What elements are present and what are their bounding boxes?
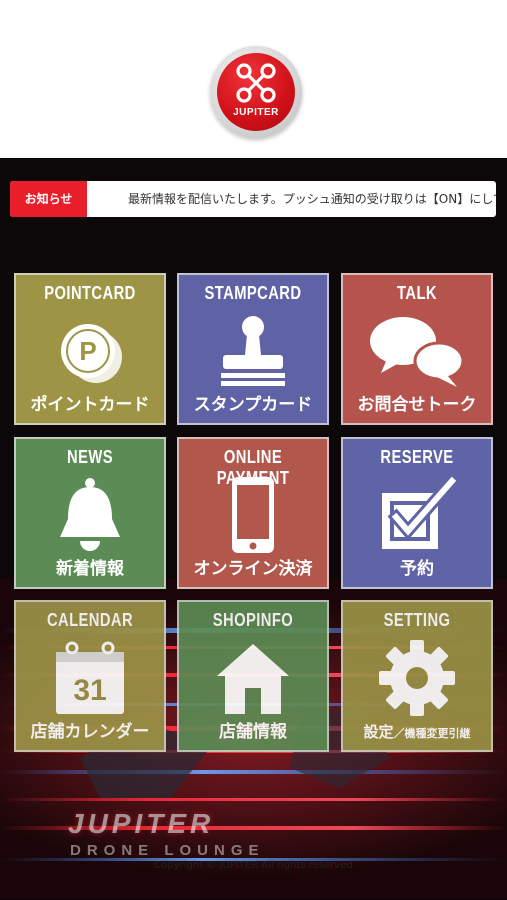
notice-badge: お知らせ xyxy=(10,181,87,217)
copyright: Copyright © JUPITER All rights reserved xyxy=(154,860,353,871)
jupiter-logo[interactable]: JUPITER xyxy=(210,46,302,138)
main-panel: お知らせ 最新情報を配信いたします。プッシュ通知の受け取りは【ON】にしてくださ… xyxy=(0,158,507,900)
logo-badge: JUPITER xyxy=(217,53,295,131)
tile-title: POINTCARD xyxy=(44,283,136,303)
chat-bubbles-icon xyxy=(370,317,465,387)
calendar-day: 31 xyxy=(73,674,106,707)
tile-title: SHOPINFO xyxy=(212,610,294,630)
tile-label-sub: ／機種変更引継 xyxy=(393,727,471,740)
tile-label: お問合せトーク xyxy=(357,395,477,415)
footer: JUPITER DRONE LOUNGE Copyright © JUPITER… xyxy=(0,808,507,878)
bell-icon xyxy=(60,478,120,551)
tile-label: 予約 xyxy=(400,559,434,579)
tile-title: CALENDAR xyxy=(46,610,134,630)
tile-label: 店舗情報 xyxy=(219,722,287,742)
drone-logo-icon xyxy=(236,63,276,103)
checkbox-icon xyxy=(382,475,461,549)
tile-title: RESERVE xyxy=(380,447,454,467)
tile-setting[interactable]: SETTING 設定／機種変更引継 xyxy=(341,600,493,752)
stamp-icon xyxy=(221,316,285,386)
calendar-icon: 31 xyxy=(56,641,124,714)
tile-label-main: 設定 xyxy=(363,723,394,741)
notice-bar[interactable]: お知らせ 最新情報を配信いたします。プッシュ通知の受け取りは【ON】にしてくださ… xyxy=(10,181,496,217)
footer-brand: JUPITER xyxy=(68,808,215,839)
footer-brand-sub: DRONE LOUNGE xyxy=(70,842,265,859)
notice-ticker-text: 最新情報を配信いたします。プッシュ通知の受け取りは【ON】にしてください。 xyxy=(128,192,496,206)
smartphone-icon xyxy=(232,477,274,553)
tile-label: 設定／機種変更引継 xyxy=(343,721,491,742)
tile-pointcard[interactable]: POINTCARD P ポイントカード xyxy=(14,273,166,425)
tile-news[interactable]: NEWS 新着情報 xyxy=(14,437,166,589)
tile-title: SETTING xyxy=(383,610,451,630)
tile-label: 新着情報 xyxy=(56,559,124,579)
tile-title: TALK xyxy=(397,283,437,303)
tile-talk[interactable]: TALK お問合せトーク xyxy=(341,273,493,425)
app-header: JUPITER xyxy=(0,0,507,158)
tile-reserve[interactable]: RESERVE 予約 xyxy=(341,437,493,589)
tile-label: 店舗カレンダー xyxy=(30,722,150,742)
tile-stampcard[interactable]: STAMPCARD スタンプカード xyxy=(177,273,329,425)
tile-shopinfo[interactable]: SHOPINFO 店舗情報 xyxy=(177,600,329,752)
svg-text:P: P xyxy=(79,336,96,366)
tile-calendar[interactable]: CALENDAR 31 店舗カレンダー xyxy=(14,600,166,752)
tile-label: スタンプカード xyxy=(193,395,313,415)
gear-icon xyxy=(379,640,455,716)
house-icon xyxy=(217,644,289,714)
tile-title: NEWS xyxy=(67,447,113,467)
tile-title: STAMPCARD xyxy=(204,283,302,303)
point-coin-icon: P xyxy=(61,324,122,383)
tile-online-payment[interactable]: ONLINE PAYMENT オンライン決済 xyxy=(177,437,329,589)
logo-text: JUPITER xyxy=(233,107,279,118)
tile-label: オンライン決済 xyxy=(193,559,313,579)
tile-label: ポイントカード xyxy=(30,395,150,415)
